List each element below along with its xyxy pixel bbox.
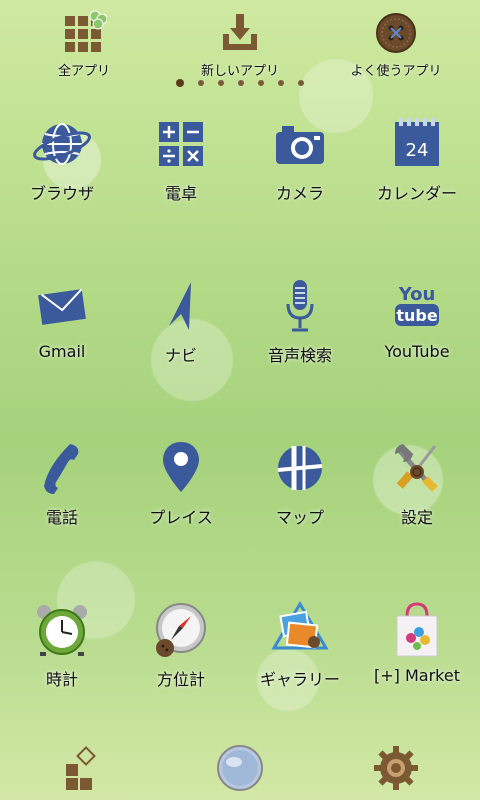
app-compass[interactable]: 方位計	[121, 592, 241, 712]
app-navigation[interactable]: ナビ	[121, 268, 241, 388]
app-label: 音声検索	[267, 346, 332, 365]
app-clock[interactable]: 時計	[2, 592, 122, 712]
alarm-clock-icon	[37, 605, 87, 656]
page-indicator	[160, 79, 320, 90]
app-label: Gmail	[38, 342, 86, 361]
all-apps-button[interactable]: 全アプリ	[14, 10, 154, 79]
page-dot	[278, 80, 284, 86]
app-youtube[interactable]: You tube YouTube	[357, 268, 477, 388]
app-calculator[interactable]: 電卓	[121, 106, 241, 226]
page-dot	[218, 80, 224, 86]
app-maps[interactable]: マップ	[240, 430, 360, 550]
app-label: 電卓	[164, 184, 197, 203]
app-gallery[interactable]: ギャラリー	[240, 592, 360, 712]
app-places[interactable]: プレイス	[121, 430, 241, 550]
map-pin-icon	[163, 442, 199, 492]
globe-icon	[33, 123, 91, 165]
app-settings[interactable]: 設定	[357, 430, 477, 550]
settings-tools-icon	[395, 444, 438, 492]
download-tray-icon	[223, 14, 257, 50]
app-label: YouTube	[384, 342, 450, 361]
youtube-icon: You tube	[395, 284, 439, 326]
calendar-date-text: 24	[406, 140, 429, 161]
phone-icon	[44, 444, 79, 494]
app-browser[interactable]: ブラウザ	[2, 106, 122, 226]
button-icon	[376, 13, 416, 53]
new-apps-label: 新しいアプリ	[200, 64, 279, 79]
youtube-tube-text: tube	[396, 306, 437, 325]
top-bar: 全アプリ 新しいアプリ よく使うアプリ	[0, 0, 480, 92]
compass-icon	[156, 603, 206, 657]
app-voice-search[interactable]: 音声検索	[240, 268, 360, 388]
app-label: [+] Market	[374, 666, 460, 685]
app-label: 時計	[45, 670, 78, 689]
map-icon	[277, 446, 323, 490]
page-dot	[176, 79, 184, 87]
new-apps-button[interactable]: 新しいアプリ	[170, 10, 310, 79]
app-drawer-icon[interactable]	[60, 744, 108, 792]
page-dot	[258, 80, 264, 86]
frequent-apps-label: よく使うアプリ	[350, 64, 442, 79]
app-label: ギャラリー	[259, 670, 340, 689]
page-dot	[298, 80, 304, 86]
app-calendar[interactable]: 24 カレンダー	[357, 106, 477, 226]
page-dot	[198, 80, 204, 86]
app-phone[interactable]: 電話	[2, 430, 122, 550]
mail-icon	[38, 288, 86, 325]
camera-icon	[276, 126, 324, 164]
home-orb-icon[interactable]	[216, 744, 264, 792]
calculator-icon	[159, 122, 203, 166]
app-label: ブラウザ	[29, 184, 94, 203]
app-gmail[interactable]: Gmail	[2, 268, 122, 388]
youtube-you-text: You	[398, 284, 436, 305]
all-apps-label: 全アプリ	[57, 64, 110, 79]
gear-icon[interactable]	[372, 744, 420, 792]
all-apps-grid-icon	[65, 10, 107, 52]
app-label: 設定	[400, 508, 433, 527]
microphone-icon	[286, 280, 314, 332]
app-camera[interactable]: カメラ	[240, 106, 360, 226]
app-label: ナビ	[164, 346, 197, 365]
market-bag-icon	[396, 602, 438, 657]
app-label: 方位計	[156, 670, 205, 689]
app-market[interactable]: [+] Market	[357, 592, 477, 712]
frequent-apps-button[interactable]: よく使うアプリ	[326, 10, 466, 79]
gallery-icon	[271, 601, 329, 650]
app-label: マップ	[275, 508, 324, 527]
app-label: カメラ	[275, 184, 324, 203]
navigation-arrow-icon	[169, 282, 191, 330]
app-label: プレイス	[149, 508, 213, 527]
app-label: 電話	[45, 508, 78, 527]
dock	[0, 740, 480, 800]
calendar-icon: 24	[395, 118, 439, 166]
app-label: カレンダー	[376, 184, 457, 203]
page-dot	[238, 80, 244, 86]
